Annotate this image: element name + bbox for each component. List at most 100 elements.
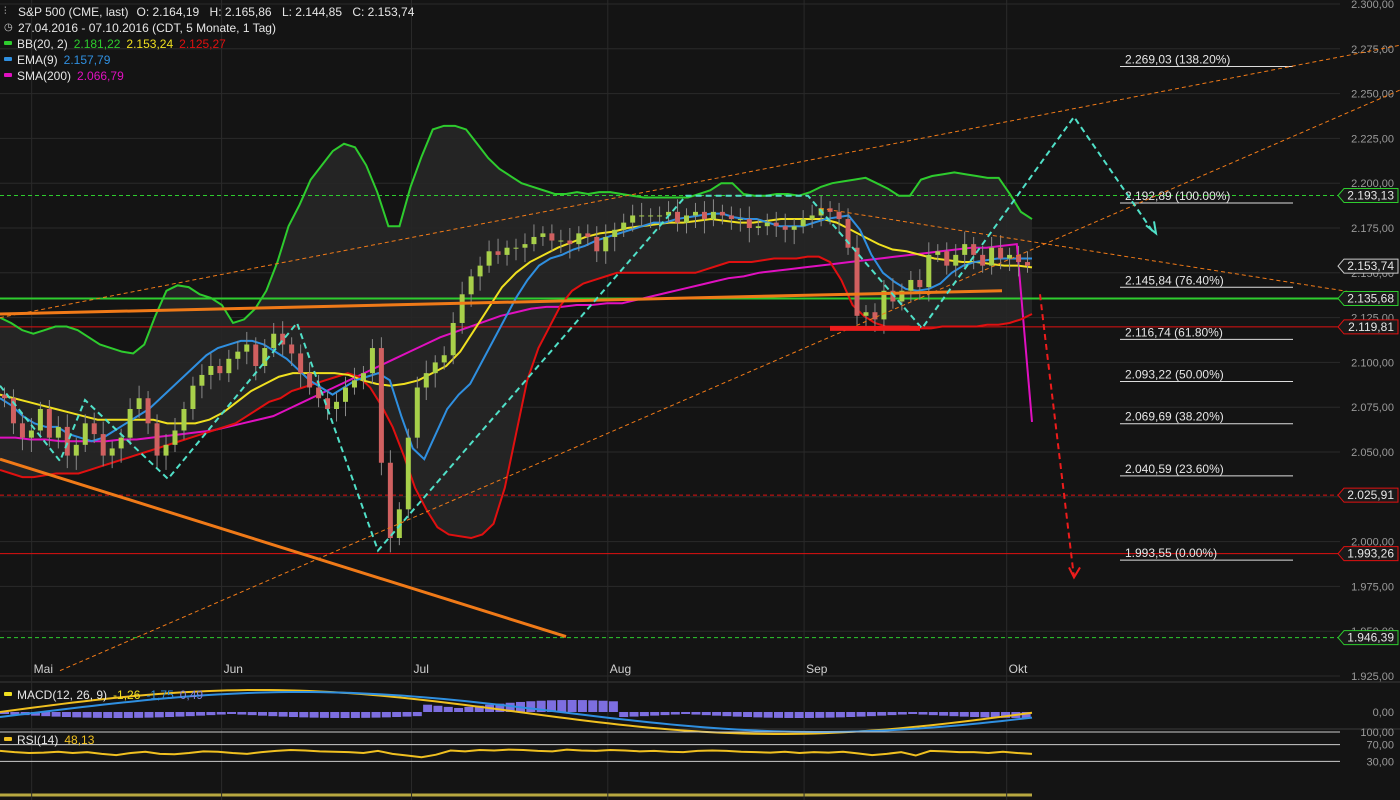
candle-body	[253, 344, 259, 366]
candle-body	[863, 312, 869, 316]
legend-rsi[interactable]: RSI(14) 48,13	[4, 732, 94, 748]
rsi-swatch-icon	[4, 737, 12, 741]
candle-body	[334, 401, 340, 409]
price-chart[interactable]: 1.925,001.950,001.975,002.000,002.025,00…	[0, 0, 1400, 800]
candle-body	[594, 236, 600, 252]
y-tick-label: 1.925,00	[1351, 671, 1394, 683]
candle-body	[746, 219, 752, 228]
candle-body	[441, 355, 447, 363]
candle-body	[262, 348, 268, 366]
macd-histogram-bar	[258, 712, 267, 716]
macd-histogram-bar	[319, 712, 329, 718]
macd-histogram-bar	[350, 712, 360, 718]
macd-histogram-bar	[619, 712, 629, 718]
candle-body	[226, 358, 232, 374]
candle-body	[917, 279, 923, 288]
candle-body	[872, 312, 878, 320]
candle-body	[64, 426, 70, 456]
macd-histogram-bar	[835, 712, 845, 718]
macd-histogram-bar	[774, 712, 783, 718]
x-tick-label: Mai	[34, 662, 53, 676]
candle-body	[271, 333, 277, 349]
candle-body	[378, 348, 384, 463]
macd-histogram-bar	[464, 706, 474, 712]
candle-body	[163, 444, 169, 456]
macd-histogram-bar	[392, 712, 402, 718]
candle-body	[414, 387, 420, 438]
candle-body	[298, 353, 304, 374]
candle-body	[989, 247, 995, 266]
y-tick-label: 2.300,00	[1351, 0, 1394, 11]
macd-histogram-bar	[92, 712, 102, 718]
macd-histogram-bar	[588, 700, 598, 712]
rsi-tick-label: 30,00	[1366, 756, 1394, 768]
macd-histogram-bar	[340, 712, 350, 718]
candle-body	[701, 211, 707, 220]
rsi-tick-label: 70,00	[1366, 740, 1394, 752]
macd-histogram-bar	[918, 712, 928, 715]
candle-body	[351, 380, 357, 388]
price-box-label: 2.135,68	[1347, 291, 1394, 305]
candle-body	[809, 215, 815, 220]
legend-ema[interactable]: EMA(9) 2.157,79	[4, 52, 421, 68]
candle-body	[639, 215, 645, 217]
macd-histogram-bar	[784, 712, 794, 718]
legend-sma[interactable]: SMA(200) 2.066,79	[4, 68, 421, 84]
chart-type-icon[interactable]: ⫶	[4, 4, 18, 20]
candle-body	[971, 244, 977, 255]
candle-body	[522, 244, 528, 248]
candle-body	[755, 226, 761, 228]
macd-histogram-bar	[371, 712, 381, 718]
macd-histogram-bar	[866, 712, 876, 717]
ohlc-close: C: 2.153,74	[352, 5, 415, 19]
y-tick-label: 2.175,00	[1351, 223, 1394, 235]
candle-body	[540, 233, 546, 237]
candle-body	[567, 240, 573, 245]
price-box-label: 1.946,39	[1347, 631, 1394, 645]
candle-body	[926, 254, 932, 288]
macd-histogram-bar	[732, 712, 742, 717]
macd-histogram-bar	[722, 712, 732, 717]
candle-body	[782, 226, 788, 230]
fib-label: 2.093,22 (50.00%)	[1125, 368, 1224, 382]
candle-body	[881, 290, 887, 320]
candle-body	[82, 423, 88, 445]
legend-bb[interactable]: BB(20, 2) 2.181,22 2.153,24 2.125,27	[4, 36, 421, 52]
candle-body	[531, 236, 537, 245]
macd-histogram-bar	[712, 712, 722, 716]
candle-body	[648, 215, 654, 217]
macd-histogram-bar	[454, 707, 464, 712]
macd-histogram-bar	[804, 712, 814, 718]
macd-histogram-bar	[660, 712, 670, 716]
candle-body	[91, 423, 97, 435]
y-tick-label: 1.975,00	[1351, 581, 1394, 593]
candle-body	[37, 408, 43, 431]
macd-histogram-bar	[567, 700, 577, 712]
candle-body	[719, 211, 725, 216]
macd-histogram-bar	[185, 712, 195, 717]
candle-body	[127, 408, 133, 438]
macd-tick-label: 0,00	[1373, 707, 1394, 719]
macd-histogram-bar	[278, 712, 288, 717]
legend-macd[interactable]: MACD(12, 26, 9) -1,26 -1,75 0,49	[4, 687, 203, 703]
candle-body	[145, 398, 151, 424]
fib-label: 2.145,84 (76.40%)	[1125, 273, 1224, 287]
candle-body	[468, 276, 474, 295]
macd-histogram-bar	[216, 712, 226, 715]
candle-body	[1016, 254, 1022, 263]
macd-histogram-bar	[743, 712, 753, 718]
macd-histogram-bar	[959, 712, 969, 717]
date-range: 27.04.2016 - 07.10.2016 (CDT, 5 Monate, …	[18, 21, 276, 35]
macd-histogram-bar	[908, 712, 918, 715]
macd-histogram-bar	[639, 712, 649, 717]
candle-body	[369, 348, 375, 374]
macd-histogram-bar	[887, 712, 897, 716]
candle-body	[46, 408, 52, 438]
candle-body	[675, 211, 681, 223]
candle-body	[737, 219, 743, 221]
macd-histogram-bar	[123, 712, 133, 718]
y-tick-label: 2.225,00	[1351, 133, 1394, 145]
candle-body	[980, 254, 986, 266]
macd-histogram-bar	[629, 712, 639, 717]
macd-histogram-bar	[681, 712, 691, 715]
